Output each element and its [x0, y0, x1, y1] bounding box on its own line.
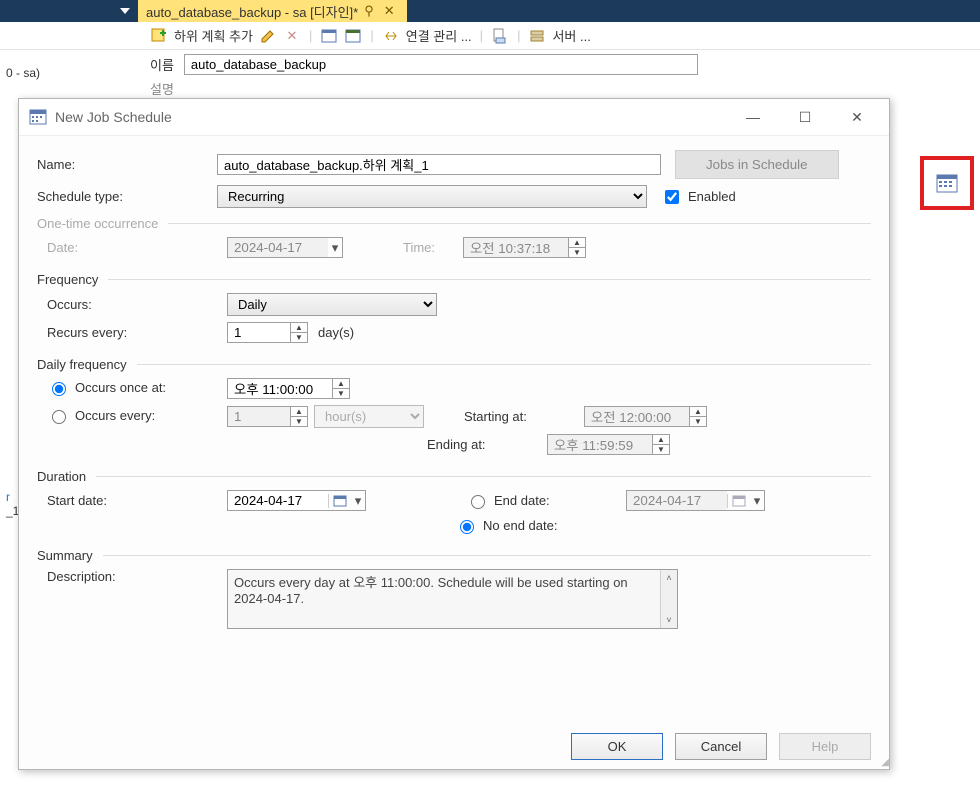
connections-icon — [382, 27, 400, 45]
minimize-button[interactable]: — — [731, 103, 775, 131]
frequency-group-label: Frequency — [37, 272, 98, 287]
starting-at-input: ▲▼ — [584, 406, 707, 427]
calendar-icon[interactable] — [320, 27, 338, 45]
calendar-icon — [936, 172, 958, 194]
ending-at-input: ▲▼ — [547, 434, 670, 455]
occurs-select[interactable]: Daily — [227, 293, 437, 316]
manage-connections-button[interactable]: 연결 관리 ... — [406, 26, 472, 45]
calendar-icon — [29, 108, 47, 126]
start-date-label: Start date: — [37, 493, 227, 508]
occurs-once-radio[interactable]: Occurs once at: — [47, 379, 166, 396]
ribbon-dropdown[interactable] — [0, 0, 138, 22]
cancel-button[interactable]: Cancel — [675, 733, 767, 760]
plan-name-input[interactable] — [184, 54, 698, 75]
help-button: Help — [779, 733, 871, 760]
summary-group-label: Summary — [37, 548, 93, 563]
calendar2-icon[interactable] — [344, 27, 362, 45]
occurs-every-radio[interactable]: Occurs every: — [47, 407, 155, 424]
starting-at-label: Starting at: — [464, 409, 584, 424]
pin-icon[interactable]: ⚲ — [364, 3, 374, 19]
description-textarea: ˄˅ — [227, 569, 678, 629]
calendar-icon — [727, 494, 750, 508]
onetime-date-input: ▾ — [227, 237, 343, 258]
recurs-every-label: Recurs every: — [37, 325, 227, 340]
name-label: Name: — [37, 157, 217, 172]
desc-label-bg: 설명 — [150, 79, 174, 98]
edit-icon[interactable] — [259, 27, 277, 45]
scrollbar[interactable]: ˄˅ — [660, 570, 677, 628]
name-label: 이름 — [150, 55, 174, 74]
toolbar: 하위 계획 추가 ✕ | | 연결 관리 ... | | 서버 ... — [0, 22, 980, 50]
description-label: Description: — [37, 569, 227, 584]
maximize-button[interactable]: ☐ — [783, 103, 827, 131]
start-date-input[interactable]: ▾ — [227, 490, 366, 511]
name-row: 이름 — [0, 50, 980, 79]
highlighted-schedule-button[interactable] — [920, 156, 974, 210]
duration-group-label: Duration — [37, 469, 86, 484]
calendar-icon[interactable] — [328, 494, 351, 508]
occurs-once-time-input[interactable]: ▲▼ — [227, 378, 350, 399]
servers-button[interactable]: 서버 ... — [552, 26, 590, 45]
schedule-type-label: Schedule type: — [37, 189, 217, 204]
add-subplan-icon — [150, 27, 168, 45]
daily-freq-group-label: Daily frequency — [37, 357, 127, 372]
dialog-title: New Job Schedule — [55, 109, 172, 125]
report-icon[interactable] — [491, 27, 509, 45]
occurs-every-unit-select: hour(s) — [314, 405, 424, 428]
end-date-radio[interactable]: End date: — [466, 492, 626, 509]
delete-icon[interactable]: ✕ — [283, 27, 301, 45]
onetime-date-label: Date: — [37, 240, 227, 255]
schedule-type-select[interactable]: Recurring — [217, 185, 647, 208]
end-date-input: ▾ — [626, 490, 765, 511]
add-subplan-button[interactable]: 하위 계획 추가 — [174, 26, 253, 45]
jobs-in-schedule-button[interactable]: Jobs in Schedule — [675, 150, 839, 179]
onetime-time-input: ▲▼ — [463, 237, 586, 258]
recurs-every-input[interactable]: ▲▼ — [227, 322, 308, 343]
recurs-unit: day(s) — [318, 325, 354, 340]
chevron-down-icon — [120, 8, 130, 14]
resize-grip[interactable]: ◢ — [881, 757, 887, 768]
onetime-group-label: One-time occurrence — [37, 216, 158, 231]
close-button[interactable]: ✕ — [835, 103, 879, 131]
onetime-time-label: Time: — [403, 240, 463, 255]
main-titlebar: auto_database_backup - sa [디자인]* ⚲ ✕ — [0, 0, 980, 22]
ok-button[interactable]: OK — [571, 733, 663, 760]
new-job-schedule-dialog: New Job Schedule — ☐ ✕ Name: Jobs in Sch… — [18, 98, 890, 770]
ending-at-label: Ending at: — [427, 437, 547, 452]
document-tab[interactable]: auto_database_backup - sa [디자인]* ⚲ ✕ — [138, 0, 407, 22]
tab-title: auto_database_backup - sa [디자인]* — [146, 2, 358, 21]
dialog-titlebar: New Job Schedule — ☐ ✕ — [19, 99, 889, 136]
schedule-name-input[interactable] — [217, 154, 661, 175]
occurs-label: Occurs: — [37, 297, 227, 312]
no-end-date-radio[interactable]: No end date: — [455, 517, 557, 534]
server-icon — [528, 27, 546, 45]
occurs-every-value-input: ▲▼ — [227, 406, 308, 427]
enabled-checkbox[interactable]: Enabled — [661, 187, 736, 207]
close-tab-button[interactable]: ✕ — [380, 3, 399, 19]
